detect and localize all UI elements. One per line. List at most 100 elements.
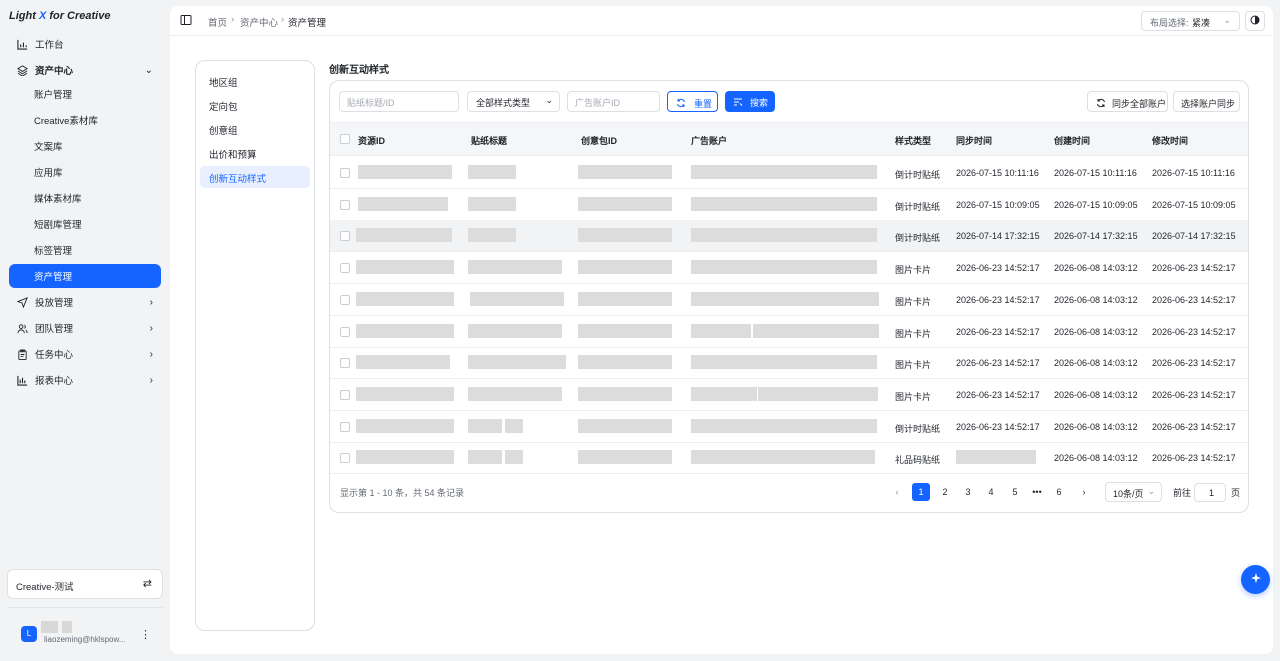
row-checkbox[interactable] — [340, 389, 350, 400]
sync-all-accounts-button[interactable]: 同步全部账户 — [1087, 91, 1168, 112]
subnav-item-creative-group[interactable]: 创意组 — [200, 118, 310, 140]
layout-select[interactable]: 布局选择: 紧凑 ⌄ — [1141, 11, 1240, 31]
column-header[interactable]: 广告账户 — [691, 134, 727, 147]
page-button[interactable]: 3 — [959, 483, 977, 501]
avatar[interactable]: L — [21, 626, 37, 642]
row-checkbox[interactable] — [340, 358, 350, 369]
cell-type: 倒计时贴纸 — [895, 233, 941, 244]
sidebar-item-delivery[interactable]: 投放管理 › — [9, 290, 161, 314]
more-vertical-icon[interactable]: ⋮ — [140, 628, 151, 641]
next-page-button[interactable]: › — [1075, 483, 1093, 501]
assistant-button[interactable] — [1241, 565, 1270, 594]
column-header[interactable]: 修改时间 — [1152, 134, 1188, 147]
cell-sync: 2026-06-23 14:52:17 — [956, 358, 1040, 369]
sidebar-toggle-icon[interactable] — [180, 14, 192, 26]
column-header[interactable]: 贴纸标题 — [471, 134, 507, 147]
sidebar-group-asset-center[interactable]: 资产中心 ⌄ — [9, 58, 161, 82]
style-type-select[interactable]: 全部样式类型 ⌄ — [467, 91, 560, 112]
column-header[interactable]: 同步时间 — [956, 134, 992, 147]
cell-type: 图片卡片 — [895, 360, 932, 371]
prev-page-button[interactable]: ‹ — [888, 483, 906, 501]
pagination-ellipsis[interactable]: ••• — [1028, 483, 1046, 501]
ad-account-input[interactable]: 广告账户ID — [567, 91, 660, 112]
cell-sync: 2026-06-23 14:52:17 — [956, 389, 1040, 400]
page-button[interactable]: 6 — [1050, 483, 1068, 501]
sidebar-item-label: 报表中心 — [35, 376, 74, 387]
button-label: 同步全部账户 — [1112, 99, 1167, 109]
table-row[interactable]: 倒计时贴纸 2026-06-23 14:52:17 2026-06-08 14:03… — [330, 411, 1248, 443]
select-all-checkbox[interactable] — [340, 134, 350, 144]
table-row[interactable]: 图片卡片 2026-06-23 14:52:17 2026-06-08 14:03:… — [330, 284, 1248, 316]
goto-page-input[interactable]: 1 — [1194, 483, 1226, 502]
row-checkbox[interactable] — [340, 421, 350, 432]
workspace-switcher[interactable]: Creative-测试 ⇄ — [7, 569, 163, 599]
sticker-title-input[interactable]: 贴纸标题/ID — [339, 91, 459, 112]
column-header[interactable]: 创意包ID — [581, 134, 617, 147]
table-row[interactable]: 图片卡片 2026-06-23 14:52:17 2026-06-08 14:03:… — [330, 316, 1248, 348]
page-button[interactable]: 4 — [982, 483, 1000, 501]
page-button[interactable]: 2 — [936, 483, 954, 501]
layers-icon — [16, 64, 28, 76]
sidebar-item-asset-management[interactable]: 资产管理 — [9, 264, 161, 288]
page-button[interactable]: 1 — [912, 483, 930, 501]
redacted-cell — [691, 323, 751, 338]
sidebar-item-creative-library[interactable]: Creative素材库 — [9, 108, 161, 132]
row-checkbox[interactable] — [340, 294, 350, 305]
subnav-item-targeting-package[interactable]: 定向包 — [200, 94, 310, 116]
subnav-item-interactive-style[interactable]: 创新互动样式 — [200, 166, 310, 188]
sidebar-item-label: 资产中心 — [35, 66, 74, 77]
cell-sync: 2026-07-15 10:09:05 — [956, 199, 1040, 210]
redacted-cell — [578, 196, 672, 211]
redacted-cell — [468, 450, 502, 465]
sidebar-item-copy-library[interactable]: 文案库 — [9, 134, 161, 158]
sidebar-item-tag-management[interactable]: 标签管理 — [9, 238, 161, 262]
table-row[interactable]: 倒计时贴纸 2026-07-15 10:09:05 2026-07-15 10:09… — [330, 189, 1248, 221]
breadcrumb-asset-center[interactable]: 资产中心 — [240, 15, 278, 29]
sidebar-item-label: 短剧库管理 — [34, 220, 82, 231]
table-row[interactable]: 倒计时贴纸 2026-07-14 17:32:15 2026-07-14 17:32… — [330, 220, 1248, 253]
page-button[interactable]: 5 — [1006, 483, 1024, 501]
theme-toggle-button[interactable] — [1245, 11, 1265, 31]
row-checkbox[interactable] — [340, 453, 350, 464]
column-header[interactable]: 样式类型 — [895, 134, 931, 147]
sidebar-item-app-library[interactable]: 应用库 — [9, 160, 161, 184]
row-checkbox[interactable] — [340, 168, 350, 178]
cell-sync: 2026-06-23 14:52:17 — [956, 263, 1040, 274]
select-account-sync-button[interactable]: 选择账户同步 — [1173, 91, 1240, 112]
sidebar-item-account-management[interactable]: 账户管理 — [9, 82, 161, 106]
table-row[interactable]: 礼品码贴纸 2026-06-08 14:03:12 2026-06-23 14:52… — [330, 442, 1248, 475]
table-row[interactable]: 图片卡片 2026-06-23 14:52:17 2026-06-08 14:03:… — [330, 347, 1248, 380]
page-size-select[interactable]: 10条/页 ⌄ — [1105, 482, 1162, 502]
sidebar-item-media-library[interactable]: 媒体素材库 — [9, 186, 161, 210]
row-checkbox[interactable] — [340, 326, 350, 337]
app-logo[interactable]: Light X for Creative — [9, 10, 110, 22]
redacted-cell — [468, 196, 516, 211]
table-row[interactable]: 倒计时贴纸 2026-07-15 10:11:16 2026-07-15 10:11… — [330, 157, 1248, 189]
cell-modified: 2026-06-23 14:52:17 — [1152, 263, 1236, 274]
sidebar-item-workbench[interactable]: 工作台 — [9, 32, 161, 56]
sidebar-item-label: 资产管理 — [34, 272, 73, 283]
column-header[interactable]: 创建时间 — [1054, 134, 1090, 147]
reset-button[interactable]: 重置 — [667, 91, 718, 112]
row-checkbox[interactable] — [340, 199, 350, 210]
cell-type: 倒计时贴纸 — [895, 423, 941, 434]
table-row[interactable]: 图片卡片 2026-06-23 14:52:17 2026-06-08 14:03:… — [330, 252, 1248, 285]
table-row[interactable]: 图片卡片 2026-06-23 14:52:17 2026-06-08 14:03:… — [330, 379, 1248, 411]
sidebar-item-label: Creative素材库 — [34, 116, 98, 127]
breadcrumb-home[interactable]: 首页 — [208, 15, 227, 29]
redacted-username — [62, 621, 72, 633]
sidebar-item-drama-library[interactable]: 短剧库管理 — [9, 212, 161, 236]
column-header[interactable]: 资源ID — [358, 134, 385, 147]
sidebar-item-team[interactable]: 团队管理 › — [9, 316, 161, 340]
row-checkbox[interactable] — [340, 231, 350, 242]
chevron-right-icon: › — [149, 348, 153, 360]
row-checkbox[interactable] — [340, 263, 350, 274]
clipboard-icon — [16, 348, 28, 360]
sidebar-item-reports[interactable]: 报表中心 › — [9, 368, 161, 392]
sidebar-item-tasks[interactable]: 任务中心 › — [9, 342, 161, 366]
subnav-item-bid-budget[interactable]: 出价和预算 — [200, 142, 310, 164]
cell-modified: 2026-06-23 14:52:17 — [1152, 453, 1236, 464]
sidebar-item-label: 账户管理 — [34, 90, 73, 101]
subnav-item-region-group[interactable]: 地区组 — [200, 70, 310, 92]
search-button[interactable]: 搜索 — [725, 91, 775, 112]
